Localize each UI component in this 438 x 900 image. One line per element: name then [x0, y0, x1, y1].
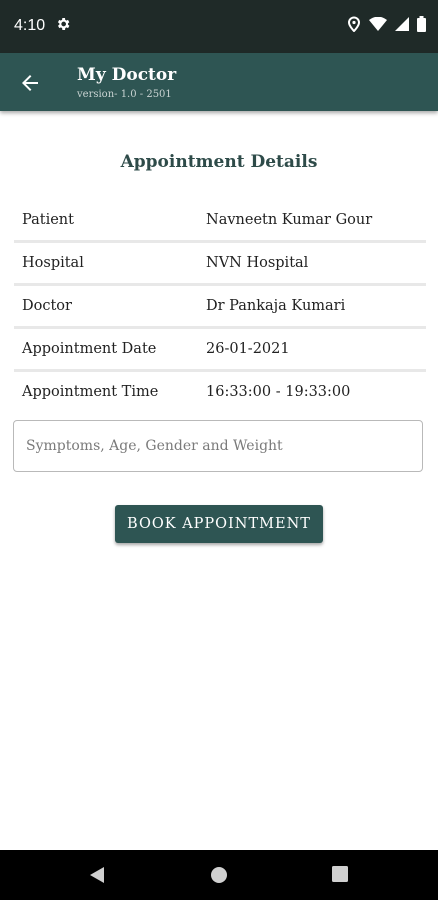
detail-row-hospital: Hospital NVN Hospital	[14, 243, 426, 286]
square-recents-icon[interactable]	[331, 865, 351, 885]
detail-value: Navneetn Kumar Gour	[206, 212, 373, 228]
detail-value: 26-01-2021	[206, 341, 290, 357]
book-appointment-button[interactable]: BOOK APPOINTMENT	[115, 505, 323, 543]
status-bar: 4:10	[0, 0, 438, 53]
detail-label: Hospital	[22, 255, 84, 271]
symptoms-field-container	[13, 420, 423, 472]
detail-value: 16:33:00 - 19:33:00	[206, 384, 351, 400]
detail-row-doctor: Doctor Dr Pankaja Kumari	[14, 286, 426, 329]
app-title: My Doctor	[77, 65, 177, 85]
detail-label: Doctor	[22, 298, 72, 314]
location-pin-icon	[347, 16, 361, 32]
detail-row-patient: Patient Navneetn Kumar Gour	[14, 200, 426, 243]
signal-icon	[395, 17, 409, 31]
triangle-back-icon[interactable]	[88, 865, 108, 885]
detail-value: Dr Pankaja Kumari	[206, 298, 346, 314]
app-bar: My Doctor version- 1.0 - 2501	[0, 53, 438, 111]
system-nav-bar	[0, 850, 438, 900]
app-version: version- 1.0 - 2501	[77, 89, 172, 100]
status-time: 4:10	[14, 17, 46, 34]
detail-row-date: Appointment Date 26-01-2021	[14, 329, 426, 372]
detail-label: Appointment Time	[22, 384, 159, 400]
circle-home-icon[interactable]	[209, 865, 229, 885]
symptoms-input[interactable]	[14, 421, 422, 471]
battery-icon	[417, 16, 426, 32]
arrow-left-icon[interactable]	[18, 71, 42, 95]
detail-row-time: Appointment Time 16:33:00 - 19:33:00	[14, 372, 426, 412]
details-table: Patient Navneetn Kumar Gour Hospital NVN…	[14, 200, 426, 412]
detail-value: NVN Hospital	[206, 255, 309, 271]
wifi-icon	[369, 17, 387, 31]
detail-label: Appointment Date	[22, 341, 157, 357]
detail-label: Patient	[22, 212, 74, 228]
page-title: Appointment Details	[120, 152, 318, 172]
gear-icon	[55, 16, 73, 34]
